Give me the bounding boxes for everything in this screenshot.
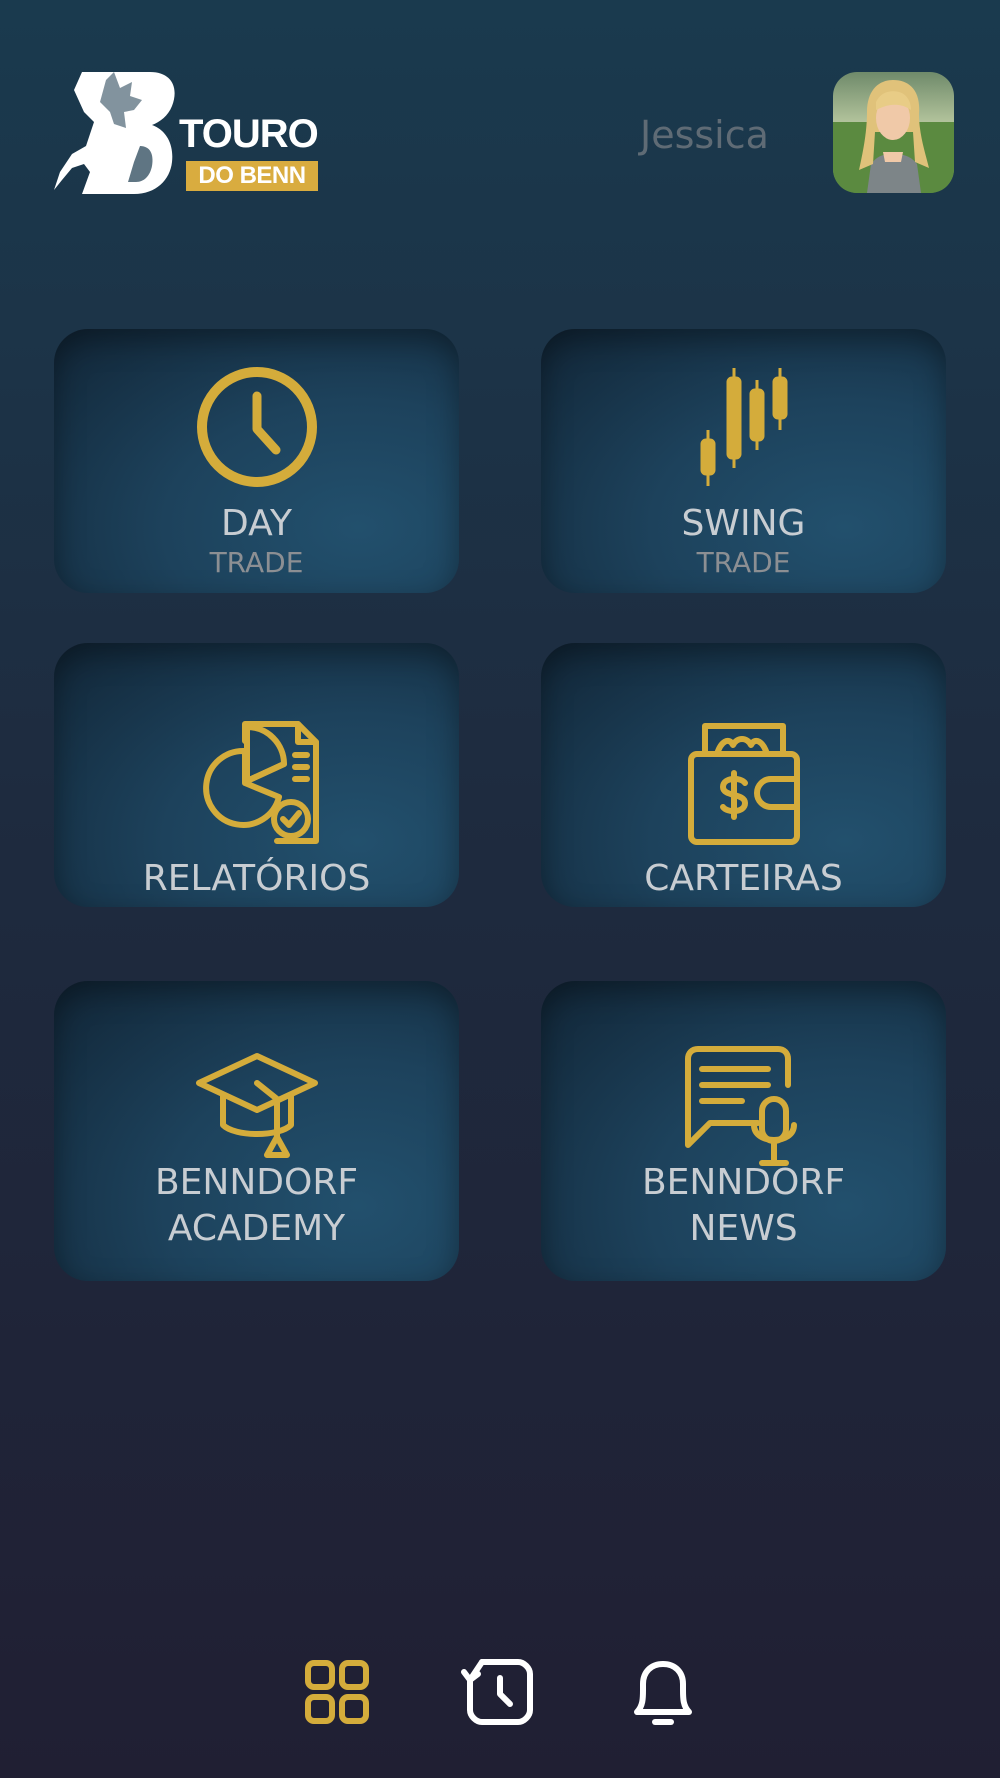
username-label: Jessica <box>640 113 769 157</box>
benndorf-news-card[interactable]: BENNDORF NEWS <box>541 981 946 1281</box>
card-title-line1: BENNDORF <box>154 1162 359 1203</box>
graduation-cap-icon <box>195 1053 318 1158</box>
card-subtitle: TRADE <box>209 546 304 579</box>
card-title-line2: NEWS <box>689 1208 798 1249</box>
clock-icon <box>196 367 317 487</box>
avatar[interactable] <box>833 72 954 193</box>
logo-text-touro: TOURO <box>179 112 319 156</box>
card-title: SWING <box>681 503 806 544</box>
card-title: CARTEIRAS <box>644 858 843 899</box>
report-pie-chart-icon <box>202 721 319 844</box>
news-podcast-icon <box>684 1046 797 1166</box>
app-logo: TOURO DO BENN <box>54 72 324 194</box>
swing-trade-card[interactable]: SWING TRADE <box>541 329 946 593</box>
carteiras-card[interactable]: CARTEIRAS <box>541 643 946 907</box>
benndorf-academy-card[interactable]: BENNDORF ACADEMY <box>54 981 459 1281</box>
dashboard-grid-icon <box>305 1660 369 1724</box>
nav-history-button[interactable] <box>460 1652 540 1732</box>
candlestick-chart-icon <box>700 368 787 486</box>
card-subtitle: TRADE <box>696 546 791 579</box>
card-title: DAY <box>221 503 292 544</box>
nav-notifications-button[interactable] <box>623 1652 703 1732</box>
nav-dashboard-button[interactable] <box>297 1652 377 1732</box>
day-trade-card[interactable]: DAY TRADE <box>54 329 459 593</box>
card-title: RELATÓRIOS <box>142 858 371 899</box>
card-title-line1: BENNDORF <box>641 1162 846 1203</box>
wallet-icon <box>687 723 800 845</box>
history-icon <box>461 1659 533 1725</box>
card-title-line2: ACADEMY <box>167 1208 346 1249</box>
logo-text-do-benn: DO BENN <box>186 161 318 191</box>
relatorios-card[interactable]: RELATÓRIOS <box>54 643 459 907</box>
bell-icon <box>634 1661 692 1725</box>
bottom-nav <box>0 1652 1000 1732</box>
bull-logo-icon <box>54 72 175 194</box>
